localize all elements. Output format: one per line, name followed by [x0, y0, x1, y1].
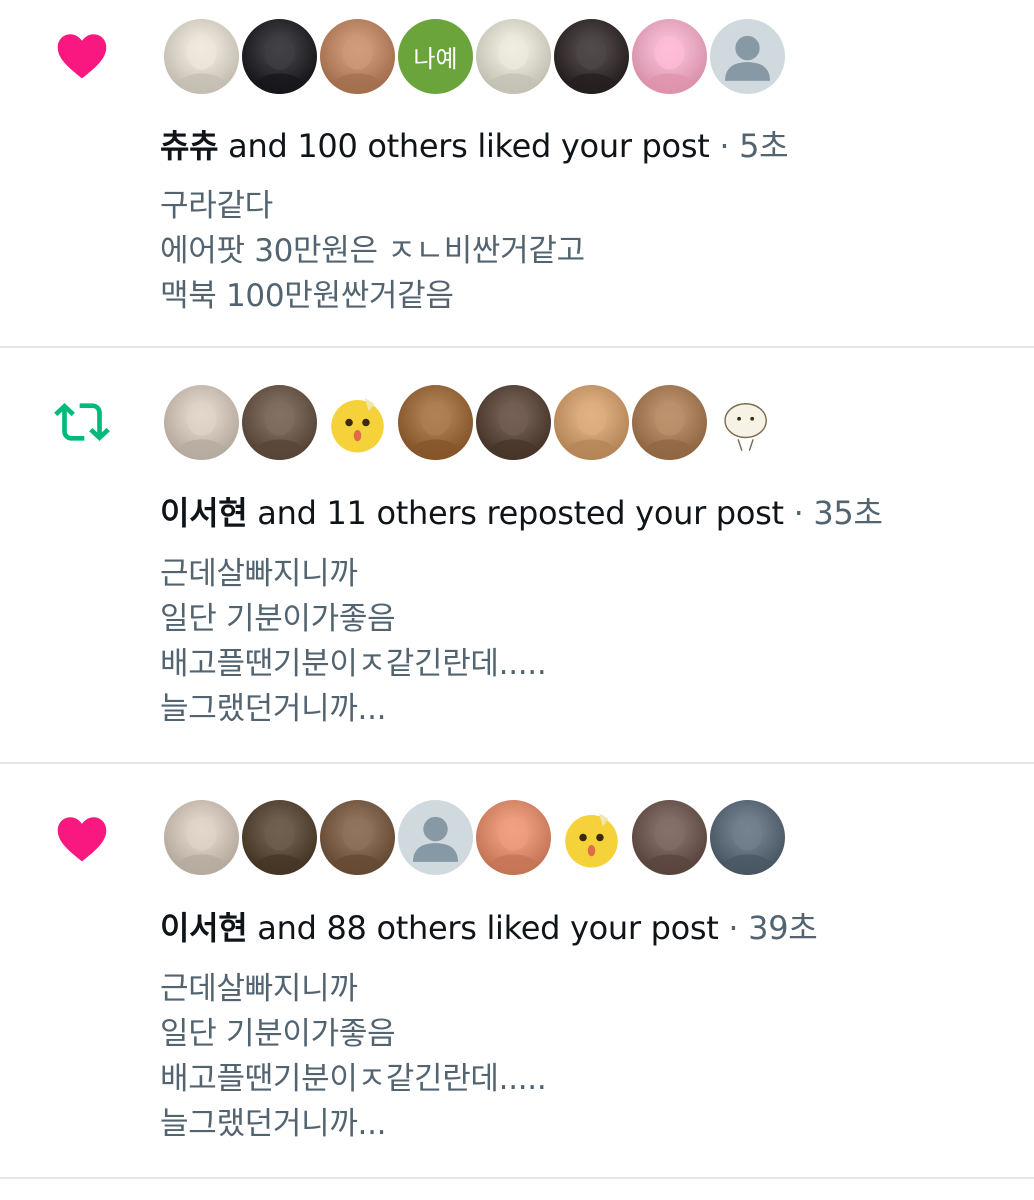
- avatar[interactable]: [162, 798, 241, 877]
- notification-headline: 이서현 and 88 others liked your post · 39초: [160, 908, 818, 948]
- avatar[interactable]: [240, 798, 319, 877]
- notification-headline: 츄츄 and 100 others liked your post · 5초: [160, 126, 789, 166]
- timestamp: 39초: [748, 909, 818, 947]
- notification-item[interactable]: 이서현 and 11 others reposted your post · 3…: [0, 347, 1034, 763]
- avatar-initials: 나예: [413, 45, 458, 73]
- post-line: 늘그랬던거니까...: [160, 1106, 387, 1142]
- avatar[interactable]: [318, 17, 397, 96]
- user-name[interactable]: 이서현: [160, 494, 248, 532]
- avatar[interactable]: [162, 383, 241, 462]
- avatar[interactable]: [474, 798, 553, 877]
- user-name[interactable]: 츄츄: [160, 127, 219, 165]
- notifications-feed: 나예 츄츄 and 100 others liked your post · 5…: [0, 0, 1034, 1200]
- avatar[interactable]: [552, 383, 631, 462]
- post-preview: 근데살빠지니까 일단 기분이가좋음 배고플땐기분이ㅈ같긴란데..... 늘그랬던…: [160, 967, 547, 1147]
- post-line: 일단 기분이가좋음: [160, 1016, 396, 1052]
- separator: ·: [709, 127, 740, 165]
- post-line: 맥북 100만원싼거같음: [160, 278, 454, 314]
- separator: ·: [718, 909, 749, 947]
- notification-item[interactable]: 이서현 and 88 others liked your post · 39초 …: [0, 763, 1034, 1178]
- post-line: 배고플땐기분이ㅈ같긴란데.....: [160, 1061, 547, 1097]
- post-line: 근데살빠지니까: [160, 556, 358, 592]
- avatar[interactable]: [162, 17, 241, 96]
- post-line: 근데살빠지니까: [160, 971, 358, 1007]
- action-text: and 11 others reposted your post: [247, 494, 784, 532]
- notification-item[interactable]: 나예 츄츄 and 100 others liked your post · 5…: [0, 0, 1034, 347]
- action-text: and 88 others liked your post: [247, 909, 719, 947]
- avatar[interactable]: [630, 17, 709, 96]
- avatar[interactable]: [474, 17, 553, 96]
- repost-icon: [52, 394, 112, 450]
- post-line: 일단 기분이가좋음: [160, 601, 396, 637]
- avatar[interactable]: [240, 17, 319, 96]
- heart-icon: [52, 811, 112, 867]
- divider: [0, 1177, 1034, 1179]
- default-avatar-icon[interactable]: [396, 798, 475, 877]
- heart-icon: [52, 28, 112, 84]
- timestamp: 5초: [739, 127, 789, 165]
- avatar[interactable]: [240, 383, 319, 462]
- timestamp: 35초: [813, 494, 883, 532]
- notification-headline: 이서현 and 11 others reposted your post · 3…: [160, 493, 883, 533]
- avatar[interactable]: [552, 798, 631, 877]
- post-line: 늘그랬던거니까...: [160, 691, 387, 727]
- post-line: 구라같다: [160, 188, 273, 224]
- post-preview: 구라같다 에어팟 30만원은 ㅈㄴ비싼거같고 맥북 100만원싼거같음: [160, 184, 585, 319]
- avatar-row: [162, 383, 787, 463]
- avatar[interactable]: 나예: [396, 17, 475, 96]
- default-avatar-icon[interactable]: [708, 17, 787, 96]
- avatar[interactable]: [708, 383, 787, 462]
- avatar[interactable]: [630, 383, 709, 462]
- separator: ·: [783, 494, 814, 532]
- avatar[interactable]: [318, 798, 397, 877]
- post-line: 에어팟 30만원은 ㅈㄴ비싼거같고: [160, 233, 585, 269]
- avatar-row: 나예: [162, 17, 787, 97]
- post-preview: 근데살빠지니까 일단 기분이가좋음 배고플땐기분이ㅈ같긴란데..... 늘그랬던…: [160, 552, 547, 732]
- post-line: 배고플땐기분이ㅈ같긴란데.....: [160, 646, 547, 682]
- avatar[interactable]: [318, 383, 397, 462]
- avatar-row: [162, 798, 787, 878]
- avatar[interactable]: [474, 383, 553, 462]
- avatar[interactable]: [630, 798, 709, 877]
- avatar[interactable]: [396, 383, 475, 462]
- user-name[interactable]: 이서현: [160, 909, 248, 947]
- avatar[interactable]: [708, 798, 787, 877]
- avatar[interactable]: [552, 17, 631, 96]
- action-text: and 100 others liked your post: [218, 127, 710, 165]
